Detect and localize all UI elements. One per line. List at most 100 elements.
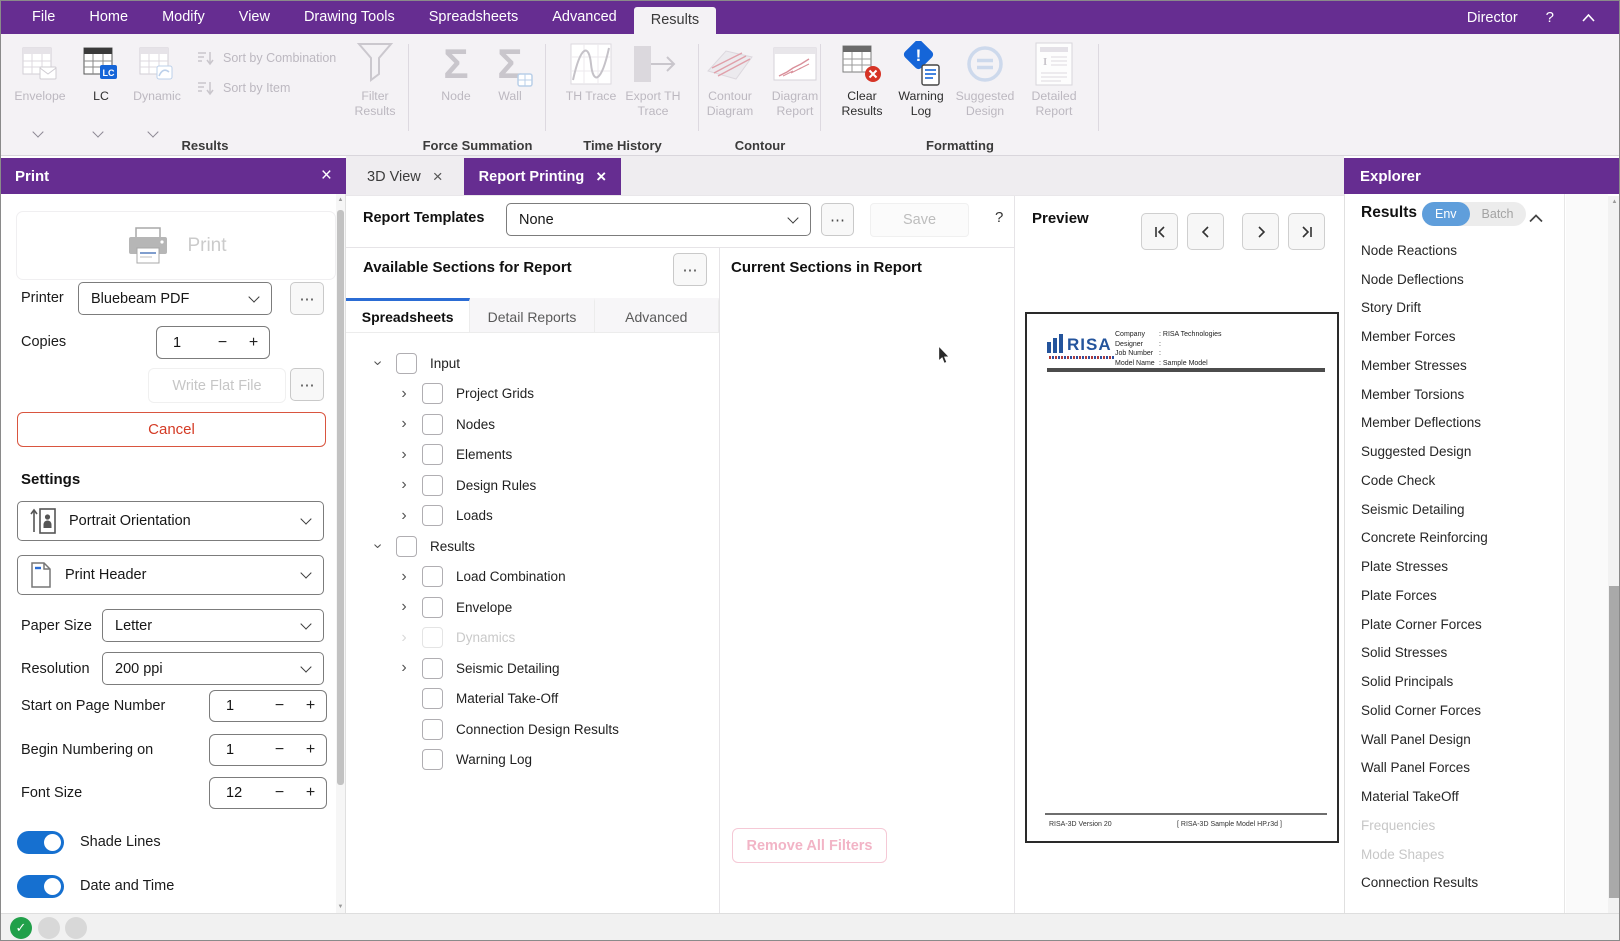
print-header-select[interactable]: Print Header [17,555,324,595]
expander-icon[interactable] [396,720,412,738]
section-checkbox[interactable] [396,353,417,374]
section-checkbox[interactable] [422,658,443,679]
expander-icon[interactable] [370,537,386,555]
close-icon[interactable]: × [433,167,443,187]
section-checkbox[interactable] [422,566,443,587]
increment-icon[interactable]: + [295,784,326,802]
diagram-report-button[interactable]: Diagram Report [765,39,825,119]
scrollbar-thumb[interactable] [1609,586,1620,898]
tree-item[interactable]: Seismic Detailing [346,653,718,684]
explorer-result-item[interactable]: Concrete Reinforcing [1345,524,1564,553]
section-checkbox[interactable] [422,444,443,465]
explorer-result-item[interactable]: Solid Corner Forces [1345,696,1564,725]
scrollbar-thumb[interactable] [337,210,344,785]
explorer-result-item[interactable]: Solid Stresses [1345,639,1564,668]
explorer-result-item[interactable]: Story Drift [1345,294,1564,323]
remove-all-filters-button[interactable]: Remove All Filters [732,828,887,863]
printer-select[interactable]: Bluebeam PDF [78,282,272,315]
menu-item[interactable]: Results [634,7,716,34]
export-th-trace-button[interactable]: Export TH Trace [621,39,685,119]
tree-item[interactable]: Nodes [346,409,718,440]
menu-item[interactable]: File [15,1,72,34]
printer-more-options-button[interactable]: ⋯ [290,282,324,315]
explorer-result-item[interactable]: Node Deflections [1345,265,1564,294]
menu-item[interactable]: Home [72,1,145,34]
tree-item[interactable]: Load Combination [346,562,718,593]
explorer-result-item[interactable]: Member Deflections [1345,409,1564,438]
explorer-result-item[interactable]: Member Forces [1345,322,1564,351]
tree-item[interactable]: Dynamics [346,623,718,654]
menu-item[interactable]: Spreadsheets [412,1,535,34]
paper-size-select[interactable]: Letter [102,609,324,642]
decrement-icon[interactable]: − [264,741,295,759]
close-icon[interactable]: × [596,167,606,187]
decrement-icon[interactable]: − [264,784,295,802]
tree-item[interactable]: Elements [346,440,718,471]
tree-item[interactable]: Material Take-Off [346,684,718,715]
report-template-select[interactable]: None [506,203,811,236]
sections-more-options-button[interactable]: ⋯ [673,253,707,286]
lc-dropdown-icon[interactable] [94,128,103,137]
clear-results-button[interactable]: Clear Results [835,39,889,119]
menu-item[interactable]: View [222,1,287,34]
resolution-select[interactable]: 200 ppi [102,652,324,685]
close-icon[interactable]: × [321,165,332,187]
expander-icon[interactable] [396,568,412,586]
contour-diagram-button[interactable]: Contour Diagram [701,39,759,119]
save-template-button[interactable]: Save [870,203,969,237]
sort-by-item-button[interactable]: Sort by Item [197,80,290,96]
first-page-button[interactable] [1141,213,1178,250]
explorer-result-item[interactable]: Member Stresses [1345,351,1564,380]
explorer-result-item[interactable]: Connection Results [1345,869,1564,898]
explorer-result-item[interactable]: Plate Forces [1345,581,1564,610]
section-checkbox[interactable] [422,505,443,526]
print-panel-scrollbar[interactable]: ▲ ▼ [336,194,345,913]
expander-icon[interactable] [396,751,412,769]
view-tab[interactable]: Report Printing × [464,158,621,195]
explorer-result-item[interactable]: Material TakeOff [1345,782,1564,811]
section-checkbox[interactable] [422,688,443,709]
expander-icon[interactable] [370,354,386,372]
expander-icon[interactable] [396,598,412,616]
collapse-ribbon-icon[interactable] [1582,10,1595,26]
section-tab[interactable]: Advanced [595,298,719,332]
number-stepper[interactable]: 1 − + [209,690,327,722]
tree-item[interactable]: Envelope [346,592,718,623]
increment-icon[interactable]: + [295,697,326,715]
explorer-result-item[interactable]: Seismic Detailing [1345,495,1564,524]
tree-item[interactable]: Input [346,348,718,379]
tree-item[interactable]: Design Rules [346,470,718,501]
cancel-button[interactable]: Cancel [17,412,326,447]
explorer-result-item[interactable]: Mode Shapes [1345,840,1564,869]
expander-icon[interactable] [396,446,412,464]
scroll-down-icon[interactable]: ▼ [336,904,345,910]
menu-item[interactable]: Drawing Tools [287,1,412,34]
sort-by-combination-button[interactable]: Sort by Combination [197,50,336,66]
section-tab[interactable]: Spreadsheets [346,298,470,332]
increment-icon[interactable]: + [238,334,269,352]
flat-file-more-options-button[interactable]: ⋯ [290,368,324,401]
expander-icon[interactable] [396,415,412,433]
scroll-up-icon[interactable]: ▲ [336,197,345,203]
decrement-icon[interactable]: − [264,697,295,715]
section-checkbox[interactable] [422,414,443,435]
expander-icon[interactable] [396,629,412,647]
wall-force-button[interactable]: Σ Wall [485,39,535,104]
lc-button[interactable]: LC LC [79,39,123,104]
number-stepper[interactable]: 1 − + [209,734,327,766]
batch-toggle[interactable]: Batch [1470,207,1526,221]
tree-item[interactable]: Results [346,531,718,562]
envelope-button[interactable]: Envelope [9,39,71,104]
section-checkbox[interactable] [422,475,443,496]
template-more-options-button[interactable]: ⋯ [821,203,854,236]
explorer-result-item[interactable]: Solid Principals [1345,667,1564,696]
last-page-button[interactable] [1288,213,1325,250]
envelope-dropdown-icon[interactable] [34,128,43,137]
env-toggle[interactable]: Env [1422,202,1470,226]
explorer-result-item[interactable]: Plate Stresses [1345,552,1564,581]
explorer-result-item[interactable]: Wall Panel Forces [1345,754,1564,783]
write-flat-file-button[interactable]: Write Flat File [148,368,286,403]
section-checkbox[interactable] [422,627,443,648]
explorer-result-item[interactable]: Code Check [1345,466,1564,495]
explorer-result-item[interactable]: Member Torsions [1345,380,1564,409]
